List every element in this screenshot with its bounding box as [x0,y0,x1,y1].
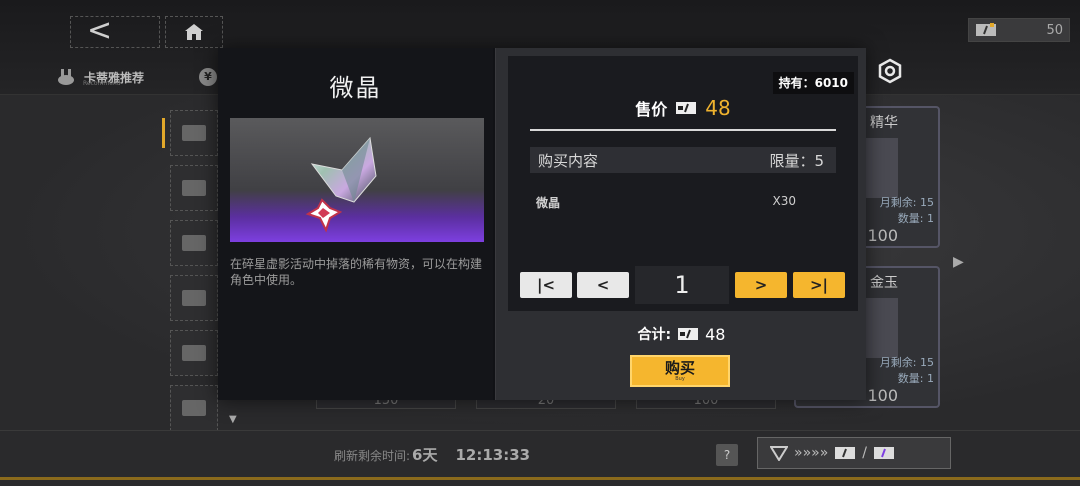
category-triangle[interactable] [170,330,218,376]
back-button[interactable]: < [70,16,160,48]
refresh-time: 12:13:33 [455,446,531,464]
category-screen[interactable] [170,220,218,266]
home-button[interactable] [165,16,223,48]
film-icon [182,290,206,306]
ticket-icon [182,125,206,141]
category-ad[interactable] [170,385,218,431]
ad-icon [182,400,206,416]
screen-icon [182,235,206,251]
total-value: 48 [705,324,726,344]
item-description: 在碎星虚影活动中掉落的稀有物资，可以在构建角色中使用。 [230,257,483,287]
item-image [230,118,484,242]
buy-button[interactable]: 购买 Buy [630,355,730,387]
exchange-arrows: »»»» [794,445,829,461]
ticket-icon [678,328,699,340]
purchase-panel: 持有：6010 售价 48 购买内容 限量：5 微晶 X30 |< < 1 > … [495,48,866,400]
contents-item-qty: X30 [772,194,797,208]
card-remaining: 月剩余: 15 [879,356,934,369]
quantity-display[interactable]: 1 [635,266,729,304]
price-label: 售价 [635,100,668,119]
total-row: 合计: 48 [496,324,867,344]
category-ticket-2[interactable] [170,165,218,211]
purchase-dialog: 微晶 在碎星虚影活动中掉落的稀有物资，可以在构建角色中使用。 持有：6010 售… [218,48,866,400]
holdings-badge: 持有：6010 [772,72,854,94]
category-active-indicator [162,118,165,148]
ticket-icon [976,23,996,36]
card-remaining: 月剩余: 15 [879,196,934,209]
yen-icon[interactable]: ¥ [199,68,217,86]
contents-header: 购买内容 限量：5 [530,147,836,173]
category-list [170,110,218,440]
chevron-right-icon: > [754,276,768,294]
scroll-right-icon[interactable]: ▶ [953,254,964,270]
item-title: 微晶 [329,74,382,102]
purchase-details: 持有：6010 售价 48 购买内容 限量：5 微晶 X30 |< < 1 > … [508,56,858,311]
buy-label: 购买 [664,359,695,377]
quantity-stepper: |< < 1 > >| [520,266,846,306]
item-info-panel: 微晶 在碎星虚影活动中掉落的稀有物资，可以在构建角色中使用。 [218,48,493,400]
limit-label: 限量：5 [769,151,824,170]
settings-hex-icon[interactable] [877,58,903,84]
ticket-purple-icon [873,447,894,459]
contents-row: 微晶 X30 [530,194,836,211]
price-row: 售价 48 [508,96,858,120]
tab-recommend-sub: Recommend [83,80,121,87]
card-name: 金玉 [870,275,898,291]
back-icon: < [87,13,113,48]
category-film[interactable] [170,275,218,321]
ticket-icon [182,180,206,196]
triangle-icon [182,345,206,361]
scroll-down-icon[interactable]: ▼ [229,414,237,425]
currency-display: 50 [968,18,1070,42]
total-label: 合计: [637,327,672,343]
contents-item-name: 微晶 [536,196,561,210]
refresh-days: 6天 [412,446,438,464]
increment-button[interactable]: > [735,272,787,298]
contents-label: 购买内容 [538,151,599,170]
decrement-button[interactable]: < [577,272,629,298]
ticket-icon [676,102,697,114]
bunny-icon [58,69,74,85]
refresh-label: 刷新剩余时间: [334,449,411,463]
currency-value: 50 [1046,22,1063,38]
card-name: 精华 [870,115,898,131]
card-quantity: 数量: 1 [897,372,934,385]
chevron-left-icon: < [596,276,610,294]
last-button[interactable]: >| [793,272,845,298]
card-price: 100 [867,226,898,245]
arrow-logo-icon [770,446,788,461]
buy-sublabel: Buy [675,376,685,382]
price-divider [530,129,836,131]
crystal-icon [305,136,377,233]
exchange-button[interactable]: »»»» / [757,437,951,469]
refresh-timer: 刷新剩余时间: 6天 12:13:33 [334,444,530,465]
price-value: 48 [705,96,731,120]
card-quantity: 数量: 1 [897,212,934,225]
skip-first-icon: |< [536,276,556,294]
exchange-slash: / [862,445,867,461]
category-ticket[interactable] [170,110,218,156]
ticket-icon [835,447,856,459]
help-button[interactable]: ? [716,444,738,466]
tab-recommend[interactable]: 卡蒂雅推荐 Recommend [56,64,196,90]
bottom-accent-line [0,477,1080,480]
home-icon [185,24,203,40]
skip-last-icon: >| [809,276,829,294]
card-price: 100 [867,386,898,405]
first-button[interactable]: |< [520,272,572,298]
